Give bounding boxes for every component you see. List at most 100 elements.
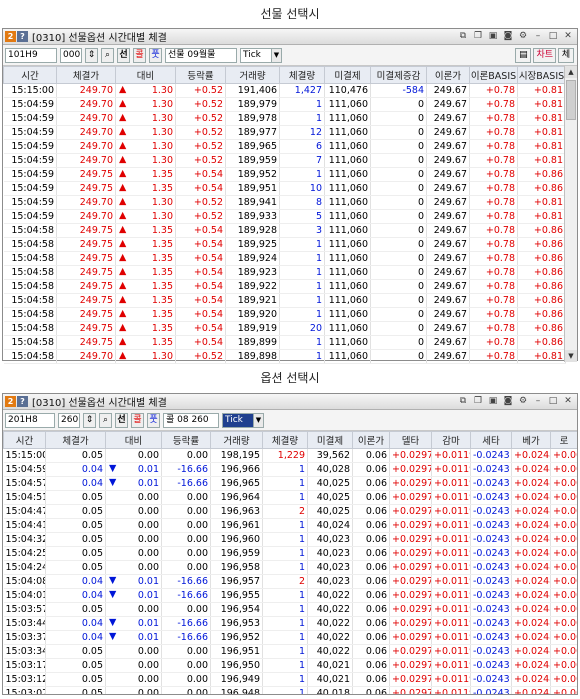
help-icon[interactable]: ? (17, 31, 28, 42)
tick-select[interactable]: Tick (240, 47, 272, 63)
column-header[interactable]: 시간 (3, 66, 57, 84)
table-row[interactable]: 15:04:59 0.04 ▼ 0.01 -16.66 196,966 1 40,028 0.0… (3, 462, 577, 477)
futures-button[interactable]: 선 (115, 412, 128, 428)
column-header[interactable]: 체결가 (56, 66, 116, 84)
spin-stepper[interactable]: ⇕ (85, 47, 98, 63)
table-row[interactable]: 15:04:59 249.70 ▲ 1.30 +0.52 189,965 6 111,060 0… (3, 139, 566, 154)
table-row[interactable]: 15:04:24 0.05 0.00 0.00 196,958 1 40,023 0.06 +0… (3, 560, 577, 575)
column-header[interactable]: 대비 (105, 431, 162, 449)
code-input[interactable]: 201H8 (5, 412, 55, 428)
search-icon[interactable]: ⌕ (99, 412, 112, 428)
table-row[interactable]: 15:03:57 0.05 0.00 0.00 196,954 1 40,022 0.06 +0… (3, 602, 577, 617)
table-row[interactable]: 15:04:59 249.70 ▲ 1.30 +0.52 189,979 1 111,060 0… (3, 97, 566, 112)
column-header[interactable]: 체결량 (279, 66, 325, 84)
chart-button[interactable]: 차트 (533, 48, 556, 63)
table-row[interactable]: 15:03:44 0.04 ▼ 0.01 -16.66 196,953 1 40,022 0.0… (3, 616, 577, 631)
futures-scrollbar[interactable]: ▲ ▼ (564, 66, 577, 362)
column-header[interactable]: 시장BASIS (517, 66, 566, 84)
code-input[interactable]: 101H9 (5, 47, 57, 63)
table-row[interactable]: 15:04:58 249.75 ▲ 1.35 +0.54 189,921 1 111,060 0… (3, 293, 566, 308)
column-header[interactable]: 로 (550, 431, 577, 449)
call-button[interactable]: 콜 (131, 412, 144, 428)
column-header[interactable]: 델타 (389, 431, 432, 449)
table-row[interactable]: 15:04:47 0.05 0.00 0.00 196,963 2 40,025 0.06 +0… (3, 504, 577, 519)
column-header[interactable]: 등락률 (161, 431, 211, 449)
camera-icon[interactable]: ◙ (502, 395, 514, 407)
minimize-icon[interactable]: – (532, 30, 544, 42)
camera-icon[interactable]: ◙ (502, 30, 514, 42)
column-header[interactable]: 이론가 (426, 66, 470, 84)
chevron-down-icon[interactable]: ▼ (253, 412, 264, 428)
column-header[interactable]: 미결제증감 (370, 66, 427, 84)
column-header[interactable]: 거래량 (225, 66, 280, 84)
link-icon[interactable]: ⧉ (457, 395, 469, 407)
futures-button[interactable]: 선 (117, 47, 130, 63)
table-row[interactable]: 15:04:58 249.75 ▲ 1.35 +0.54 189,922 1 111,060 0… (3, 279, 566, 294)
grid-view-button[interactable]: ▤ (515, 48, 532, 63)
execution-button[interactable]: 체 (558, 48, 574, 63)
copy-icon[interactable]: ❐ (472, 30, 484, 42)
table-row[interactable]: 15:03:12 0.05 0.00 0.00 196,949 1 40,021 0.06 +0… (3, 672, 577, 687)
table-row[interactable]: 15:04:51 0.05 0.00 0.00 196,964 1 40,025 0.06 +0… (3, 490, 577, 505)
column-header[interactable]: 이론BASIS (469, 66, 518, 84)
table-row[interactable]: 15:04:58 249.75 ▲ 1.35 +0.54 189,923 1 111,060 0… (3, 265, 566, 280)
table-row[interactable]: 15:15:00 249.70 ▲ 1.30 +0.52 191,406 1,427 110,… (3, 83, 566, 98)
screen-number-badge[interactable]: 2 (5, 396, 16, 407)
column-header[interactable]: 미결제 (307, 431, 353, 449)
close-icon[interactable]: ✕ (562, 395, 574, 407)
close-icon[interactable]: ✕ (562, 30, 574, 42)
column-header[interactable]: 체결량 (262, 431, 308, 449)
table-row[interactable]: 15:04:58 249.70 ▲ 1.30 +0.52 189,898 1 111,060 0… (3, 349, 566, 364)
scroll-thumb[interactable] (566, 80, 576, 120)
table-row[interactable]: 15:04:59 249.70 ▲ 1.30 +0.52 189,933 5 111,060 0… (3, 209, 566, 224)
column-header[interactable]: 감마 (431, 431, 471, 449)
table-row[interactable]: 15:04:58 249.75 ▲ 1.35 +0.54 189,924 1 111,060 0… (3, 251, 566, 266)
table-row[interactable]: 15:04:58 249.75 ▲ 1.35 +0.54 189,928 3 111,060 0… (3, 223, 566, 238)
scroll-down-icon[interactable]: ▼ (565, 350, 577, 362)
table-row[interactable]: 15:04:32 0.05 0.00 0.00 196,960 1 40,023 0.06 +0… (3, 532, 577, 547)
table-row[interactable]: 15:04:41 0.05 0.00 0.00 196,961 1 40,024 0.06 +0… (3, 518, 577, 533)
help-icon[interactable]: ? (17, 396, 28, 407)
table-row[interactable]: 15:04:59 249.70 ▲ 1.30 +0.52 189,959 7 111,060 0… (3, 153, 566, 168)
table-row[interactable]: 15:04:58 249.75 ▲ 1.35 +0.54 189,925 1 111,060 0… (3, 237, 566, 252)
scroll-up-icon[interactable]: ▲ (565, 66, 577, 78)
put-button[interactable]: 풋 (149, 47, 162, 63)
minimize-icon[interactable]: – (532, 395, 544, 407)
spin-field[interactable]: 260 (58, 412, 80, 428)
column-header[interactable]: 베가 (511, 431, 551, 449)
table-row[interactable]: 15:15:00 0.05 0.00 0.00 198,195 1,229 39,562 0.… (3, 448, 577, 463)
spin-stepper[interactable]: ⇕ (83, 412, 96, 428)
table-row[interactable]: 15:04:08 0.04 ▼ 0.01 -16.66 196,957 2 40,023 0.0… (3, 574, 577, 589)
maximize-icon[interactable]: □ (547, 30, 559, 42)
link-icon[interactable]: ⧉ (457, 30, 469, 42)
column-header[interactable]: 시간 (3, 431, 46, 449)
save-icon[interactable]: ▣ (487, 395, 499, 407)
put-button[interactable]: 풋 (147, 412, 160, 428)
table-row[interactable]: 15:03:37 0.04 ▼ 0.01 -16.66 196,952 1 40,022 0.0… (3, 630, 577, 645)
column-header[interactable]: 등락률 (175, 66, 226, 84)
column-header[interactable]: 이론가 (352, 431, 390, 449)
table-row[interactable]: 15:04:59 249.75 ▲ 1.35 +0.54 189,952 1 111,060 0… (3, 167, 566, 182)
screen-number-badge[interactable]: 2 (5, 31, 16, 42)
table-row[interactable]: 15:04:59 249.70 ▲ 1.30 +0.52 189,941 8 111,060 0… (3, 195, 566, 210)
gear-icon[interactable]: ⚙ (517, 30, 529, 42)
column-header[interactable]: 대비 (115, 66, 176, 84)
table-row[interactable]: 15:04:59 249.70 ▲ 1.30 +0.52 189,977 12 111,060… (3, 125, 566, 140)
table-row[interactable]: 15:03:34 0.05 0.00 0.00 196,951 1 40,022 0.06 +0… (3, 644, 577, 659)
call-button[interactable]: 콜 (133, 47, 146, 63)
column-header[interactable]: 거래량 (210, 431, 263, 449)
copy-icon[interactable]: ❐ (472, 395, 484, 407)
spin-field[interactable]: 000 (60, 47, 82, 63)
table-row[interactable]: 15:03:17 0.05 0.00 0.00 196,950 1 40,021 0.06 +0… (3, 658, 577, 673)
column-header[interactable]: 세타 (470, 431, 512, 449)
table-row[interactable]: 15:04:58 249.75 ▲ 1.35 +0.54 189,899 1 111,060 0… (3, 335, 566, 350)
table-row[interactable]: 15:04:25 0.05 0.00 0.00 196,959 1 40,023 0.06 +0… (3, 546, 577, 561)
tick-select[interactable]: Tick (222, 412, 254, 428)
table-row[interactable]: 15:04:57 0.04 ▼ 0.01 -16.66 196,965 1 40,025 0.0… (3, 476, 577, 491)
table-row[interactable]: 15:04:01 0.04 ▼ 0.01 -16.66 196,955 1 40,022 0.0… (3, 588, 577, 603)
column-header[interactable]: 체결가 (45, 431, 106, 449)
table-row[interactable]: 15:03:07 0.05 0.00 0.00 196,948 1 40,018 0.06 +0… (3, 686, 577, 694)
gear-icon[interactable]: ⚙ (517, 395, 529, 407)
column-header[interactable]: 미결제 (324, 66, 371, 84)
maximize-icon[interactable]: □ (547, 395, 559, 407)
